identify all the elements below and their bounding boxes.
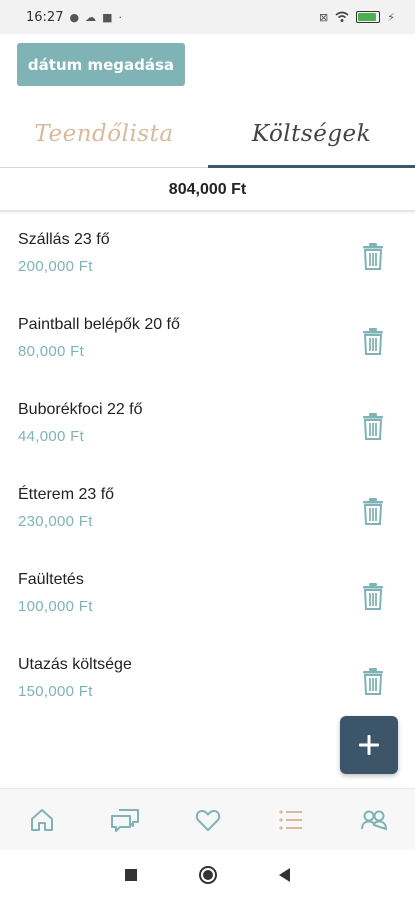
trash-icon[interactable]	[361, 582, 385, 610]
active-tab-indicator	[208, 165, 415, 168]
trash-icon[interactable]	[361, 667, 385, 695]
back-button[interactable]	[279, 868, 290, 882]
expense-name: Étterem 23 fő	[18, 486, 115, 503]
tab-bar: Teendőlista Költségek	[0, 100, 415, 168]
group-icon	[360, 810, 387, 830]
chat-icon	[110, 808, 139, 832]
nav-chat[interactable]	[100, 795, 150, 845]
trash-icon[interactable]	[361, 242, 385, 270]
bottom-nav	[0, 788, 415, 850]
expense-amount: 80,000 Ft	[18, 343, 85, 360]
list-item: Étterem 23 fő 230,000 Ft	[0, 467, 415, 552]
expense-amount: 150,000 Ft	[18, 683, 93, 700]
nav-list[interactable]	[266, 795, 316, 845]
expense-list: Szállás 23 fő 200,000 Ft Paintball belép…	[0, 212, 415, 722]
notification-icon: ●	[69, 10, 80, 24]
recent-apps-button[interactable]	[125, 869, 137, 881]
expense-name: Utazás költsége	[18, 656, 132, 673]
expense-amount: 100,000 Ft	[18, 598, 93, 615]
system-nav-bar	[0, 850, 415, 900]
heart-icon	[195, 809, 220, 831]
expense-amount: 200,000 Ft	[18, 258, 93, 275]
trash-icon[interactable]	[361, 412, 385, 440]
status-left: 16:27 ● ☁ ■ ·	[26, 10, 122, 25]
home-button[interactable]	[199, 866, 217, 884]
battery-icon	[356, 11, 381, 23]
tab-costs[interactable]: Költségek	[208, 100, 415, 168]
sim-icon: ⊠	[319, 10, 329, 24]
expense-amount: 44,000 Ft	[18, 428, 85, 445]
trash-icon[interactable]	[361, 497, 385, 525]
expense-name: Paintball belépők 20 fő	[18, 316, 180, 333]
expense-amount: 230,000 Ft	[18, 513, 93, 530]
nav-group[interactable]	[349, 795, 399, 845]
expense-name: Szállás 23 fő	[18, 231, 110, 248]
status-time: 16:27	[26, 9, 64, 25]
list-item: Faültetés 100,000 Ft	[0, 552, 415, 637]
list-item: Paintball belépők 20 fő 80,000 Ft	[0, 297, 415, 382]
home-icon	[30, 808, 53, 831]
status-bar: 16:27 ● ☁ ■ · ⊠ ⚡	[0, 0, 415, 34]
list-item: Buborékfoci 22 fő 44,000 Ft	[0, 382, 415, 467]
list-item: Utazás költsége 150,000 Ft	[0, 637, 415, 722]
total-amount: 804,000 Ft	[0, 169, 415, 212]
list-icon	[278, 809, 302, 830]
tab-todo-list[interactable]: Teendőlista	[0, 100, 208, 168]
expense-name: Buborékfoci 22 fő	[18, 401, 143, 418]
nav-home[interactable]	[17, 795, 67, 845]
plus-icon	[359, 735, 379, 755]
nav-favorites[interactable]	[183, 795, 233, 845]
charging-icon: ⚡	[387, 10, 395, 24]
cloud-icon: ☁	[85, 10, 97, 24]
add-expense-button[interactable]	[340, 716, 398, 774]
date-button[interactable]: dátum megadása	[17, 43, 185, 86]
status-right: ⊠ ⚡	[319, 11, 395, 24]
wifi-icon	[335, 11, 349, 22]
expense-name: Faültetés	[18, 571, 84, 588]
dot-icon: ·	[118, 10, 122, 24]
trash-icon[interactable]	[361, 327, 385, 355]
trash-notification-icon: ■	[102, 10, 113, 24]
list-item: Szállás 23 fő 200,000 Ft	[0, 212, 415, 297]
